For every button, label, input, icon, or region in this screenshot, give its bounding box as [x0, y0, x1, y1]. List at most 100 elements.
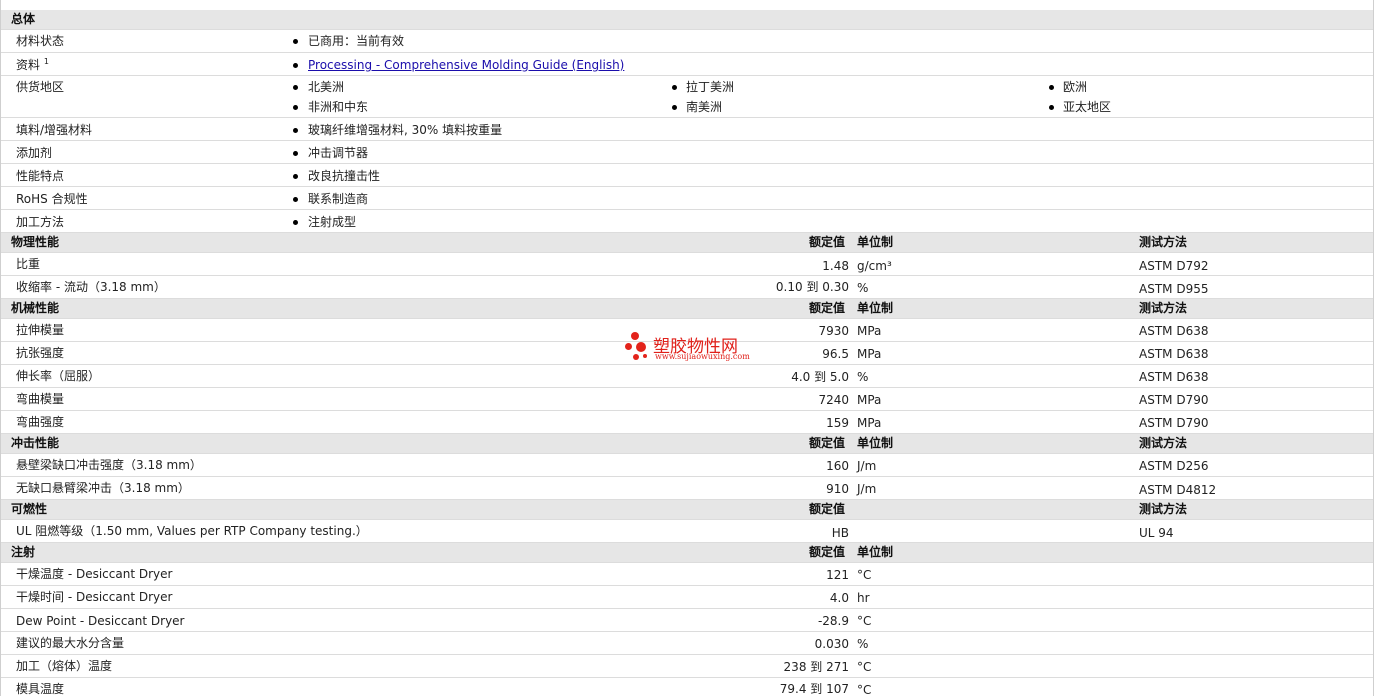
col-header-nominal: 额定值 [809, 436, 846, 450]
col-header-unit: 单位制 [857, 301, 894, 315]
table-row: 弯曲模量 7240 MPa ASTM D790 [1, 388, 1373, 411]
section-header-physical: 物理性能 额定值 单位制 测试方法 [1, 233, 1373, 253]
row-label: 材料状态 [16, 34, 65, 48]
table-row: 悬壁梁缺口冲击强度（3.18 mm） 160 J/m ASTM D256 [1, 454, 1373, 477]
test-method: ASTM D638 [1139, 324, 1209, 338]
section-header-mechanical: 机械性能 额定值 单位制 测试方法 [1, 299, 1373, 319]
section-title: 机械性能 [11, 301, 60, 315]
property-name: 无缺口悬臂梁冲击（3.18 mm） [16, 481, 190, 495]
bullet-icon [672, 85, 677, 90]
test-method: UL 94 [1139, 526, 1174, 540]
property-value: 7240 [818, 393, 849, 407]
property-value: 159 [826, 416, 849, 430]
table-row: 收缩率 - 流动（3.18 mm） 0.10 到 0.30 % ASTM D95… [1, 276, 1373, 299]
watermark-url: www.sujiaowuxing.com [655, 352, 750, 361]
property-unit: MPa [857, 347, 882, 361]
property-unit: MPa [857, 416, 882, 430]
property-name: 伸长率（屈服） [16, 369, 101, 383]
logo-dot-icon [631, 332, 639, 340]
property-unit: J/m [857, 482, 877, 496]
section-header-impact: 冲击性能 额定值 单位制 测试方法 [1, 434, 1373, 454]
property-unit: °C [857, 568, 872, 582]
section-title: 可燃性 [11, 502, 48, 516]
property-value: -28.9 [817, 614, 849, 628]
region-item: 北美洲 [308, 80, 345, 94]
section-title: 物理性能 [11, 235, 60, 249]
section-title: 冲击性能 [11, 436, 60, 450]
property-value: HB [831, 526, 849, 540]
col-header-unit: 单位制 [857, 545, 894, 559]
logo-dot-icon [636, 342, 646, 352]
property-unit: J/m [857, 459, 877, 473]
bullet-icon [293, 63, 298, 68]
property-name: Dew Point - Desiccant Dryer [16, 614, 185, 628]
row-label: 添加剂 [16, 146, 53, 160]
table-row: 弯曲强度 159 MPa ASTM D790 [1, 411, 1373, 434]
table-row: 干燥时间 - Desiccant Dryer 4.0 hr [1, 586, 1373, 609]
property-name: 抗张强度 [16, 346, 65, 360]
property-value: 96.5 [822, 347, 849, 361]
watermark-logo: 塑胶物性网 www.sujiaowuxing.com [623, 330, 763, 370]
property-name: UL 阻燃等级（1.50 mm, Values per RTP Company … [16, 524, 368, 538]
bullet-icon [293, 174, 298, 179]
region-item: 非洲和中东 [308, 100, 369, 114]
section-title: 总体 [11, 12, 36, 26]
processing-guide-link[interactable]: Processing - Comprehensive Molding Guide… [308, 57, 624, 73]
table-row: 比重 1.48 g/cm³ ASTM D792 [1, 253, 1373, 276]
row-process: 加工方法 注射成型 [1, 210, 1373, 233]
test-method: ASTM D638 [1139, 347, 1209, 361]
row-supply-regions: 供货地区 北美洲 拉丁美洲 欧洲 非洲和中东 南美洲 亚太地区 [1, 76, 1373, 118]
logo-dot-icon [625, 343, 632, 350]
row-label: 供货地区 [16, 80, 65, 94]
row-value: 玻璃纤维增强材料, 30% 填料按重量 [308, 123, 503, 137]
row-label: 资料 1 [16, 57, 49, 72]
logo-dot-icon [633, 354, 639, 360]
row-documents: 资料 1 Processing - Comprehensive Molding … [1, 53, 1373, 76]
bullet-icon [1049, 105, 1054, 110]
row-additive: 添加剂 冲击调节器 [1, 141, 1373, 164]
property-name: 弯曲强度 [16, 415, 65, 429]
property-name: 拉伸模量 [16, 323, 65, 337]
row-value: 冲击调节器 [308, 146, 369, 160]
bullet-icon [293, 105, 298, 110]
property-name: 干燥温度 - Desiccant Dryer [16, 567, 173, 581]
col-header-nominal: 额定值 [809, 235, 846, 249]
table-row: 模具温度 79.4 到 107 °C [1, 678, 1373, 697]
test-method: ASTM D638 [1139, 370, 1209, 384]
property-name: 比重 [16, 257, 41, 271]
table-row: Dew Point - Desiccant Dryer -28.9 °C [1, 609, 1373, 632]
datasheet: 总体 材料状态 已商用：当前有效 资料 1 Processing - Compr… [0, 0, 1374, 697]
table-row: 建议的最大水分含量 0.030 % [1, 632, 1373, 655]
row-filler: 填料/增强材料 玻璃纤维增强材料, 30% 填料按重量 [1, 118, 1373, 141]
property-value: 121 [826, 568, 849, 582]
property-unit: % [857, 637, 869, 651]
col-header-nominal: 额定值 [809, 545, 846, 559]
bullet-icon [672, 105, 677, 110]
property-unit: MPa [857, 393, 882, 407]
row-label: RoHS 合规性 [16, 192, 88, 206]
bullet-icon [293, 151, 298, 156]
row-value: 联系制造商 [308, 192, 369, 206]
property-unit: % [857, 370, 869, 384]
property-name: 加工（熔体）温度 [16, 659, 113, 673]
property-name: 收缩率 - 流动（3.18 mm） [16, 280, 166, 294]
bullet-icon [293, 128, 298, 133]
logo-dot-icon [643, 354, 647, 358]
row-rohs: RoHS 合规性 联系制造商 [1, 187, 1373, 210]
bullet-icon [293, 85, 298, 90]
property-name: 模具温度 [16, 682, 65, 696]
table-row: 加工（熔体）温度 238 到 271 °C [1, 655, 1373, 678]
region-item: 南美洲 [686, 100, 723, 114]
section-title: 注射 [11, 545, 36, 559]
region-item: 拉丁美洲 [686, 80, 735, 94]
property-value: 4.0 [829, 591, 849, 605]
table-row: 无缺口悬臂梁冲击（3.18 mm） 910 J/m ASTM D4812 [1, 477, 1373, 500]
section-header-general: 总体 [1, 10, 1373, 30]
col-header-unit: 单位制 [857, 235, 894, 249]
property-value: 1.48 [822, 259, 849, 273]
bullet-icon [293, 197, 298, 202]
row-label: 加工方法 [16, 215, 65, 229]
property-value: 0.10 到 0.30 [775, 280, 849, 294]
test-method: ASTM D955 [1139, 282, 1209, 296]
bullet-icon [293, 39, 298, 44]
